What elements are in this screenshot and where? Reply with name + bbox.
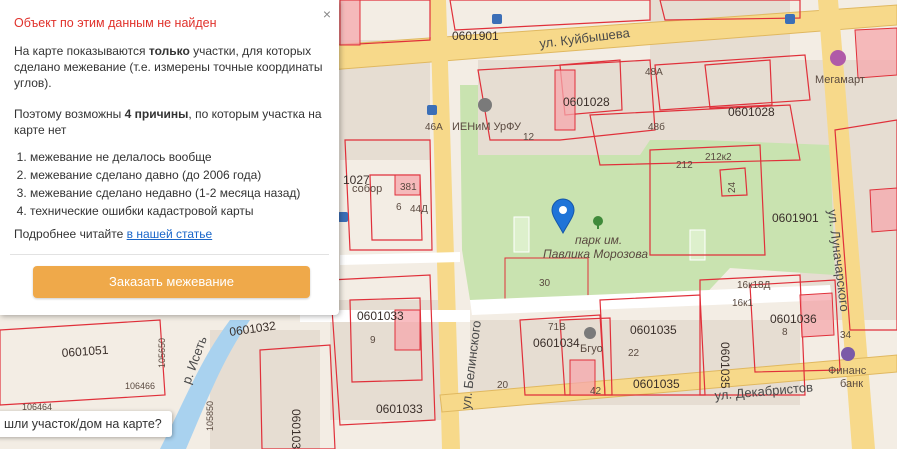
bus-stop-icon[interactable]	[427, 105, 437, 115]
order-survey-button[interactable]: Заказать межевание	[33, 266, 310, 298]
popup-paragraph-1: На карте показываются только участки, дл…	[14, 44, 323, 90]
cadastre-label: 0601034	[533, 336, 580, 350]
popup-paragraph-2: Поэтому возможны 4 причины, по которым у…	[14, 107, 322, 137]
cadastre-label: 0601032	[289, 409, 303, 449]
cadastre-label: 0601036	[770, 312, 817, 326]
house-number: 212к2	[705, 152, 732, 163]
cadastre-label: 0601028	[563, 95, 610, 109]
house-number: 8	[782, 327, 788, 338]
house-number: 381	[400, 182, 417, 193]
university-icon[interactable]	[478, 98, 492, 112]
not-found-popup: × Объект по этим данным не найден На кар…	[0, 0, 339, 315]
house-number: 22	[628, 348, 640, 359]
education-icon[interactable]	[584, 327, 596, 339]
close-icon[interactable]: ×	[323, 7, 331, 21]
poi-label: собор	[352, 183, 382, 195]
house-number: 20	[497, 380, 509, 391]
park-label: парк им.	[575, 233, 622, 247]
house-number: 48А	[645, 67, 663, 78]
poi-label: Мегамарт	[815, 74, 865, 86]
house-number: 16к18Д	[737, 280, 771, 291]
house-number: 105650	[157, 338, 167, 368]
house-number: 44Д	[410, 204, 428, 215]
house-number: 212	[676, 160, 693, 171]
shop-icon[interactable]	[830, 50, 846, 66]
cadastre-label: 0601035	[630, 323, 677, 337]
park-label: Павлика Морозова	[543, 247, 648, 261]
house-number: 24	[727, 181, 738, 193]
help-bubble[interactable]: шли участок/дом на карте?	[0, 411, 172, 437]
house-number: 16к1	[732, 298, 753, 309]
reasons-list: межевание не делалось вообще межевание с…	[16, 148, 300, 220]
bus-stop-icon[interactable]	[338, 212, 348, 222]
article-link[interactable]: в нашей статье	[127, 227, 213, 241]
house-number: 30	[539, 278, 551, 289]
house-number: 12	[523, 132, 535, 143]
poi-label: банк	[840, 378, 863, 390]
reason-item: межевание сделано давно (до 2006 года)	[30, 166, 300, 184]
reason-item: межевание сделано недавно (1-2 месяца на…	[30, 184, 300, 202]
reason-item: межевание не делалось вообще	[30, 148, 300, 166]
cadastre-label: 0601033	[357, 309, 404, 323]
divider	[10, 254, 329, 255]
cadastre-label: 0601035	[633, 377, 680, 391]
house-number: 105850	[205, 401, 215, 431]
house-number: 71В	[548, 322, 566, 333]
cadastre-label: 0601035	[718, 342, 732, 389]
house-number: 48б	[648, 121, 665, 133]
house-number: 42	[590, 386, 602, 397]
cadastre-label: 0601033	[376, 402, 423, 416]
cadastre-label: 0601901	[452, 29, 499, 43]
poi-label: Финанс	[828, 365, 867, 377]
reason-item: технические ошибки кадастровой карты	[30, 202, 300, 220]
bus-stop-icon[interactable]	[492, 14, 502, 24]
house-number: 6	[396, 202, 402, 213]
bus-stop-icon[interactable]	[785, 14, 795, 24]
popup-title: Объект по этим данным не найден	[14, 16, 217, 30]
bank-icon[interactable]	[841, 347, 855, 361]
more-info-text: Подробнее читайте в нашей статье	[14, 227, 213, 241]
house-number: 106466	[125, 381, 155, 391]
poi-label: Бгуо	[580, 343, 603, 355]
cadastre-label: 0601028	[728, 105, 775, 119]
house-number: 46А	[425, 122, 443, 133]
poi-label: ИЕНиМ УрФУ	[452, 121, 522, 133]
house-number: 9	[370, 335, 376, 346]
house-number: 34	[840, 330, 852, 341]
cadastre-label: 0601901	[772, 211, 819, 225]
